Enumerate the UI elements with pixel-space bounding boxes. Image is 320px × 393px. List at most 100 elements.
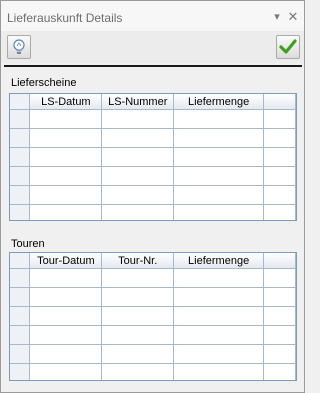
- table-cell[interactable]: [263, 128, 296, 148]
- table-cell[interactable]: [263, 287, 296, 307]
- table-cell[interactable]: [101, 306, 175, 326]
- table-cell[interactable]: [263, 306, 296, 326]
- checkmark-icon: [279, 39, 297, 54]
- lieferauskunft-details-window: Lieferauskunft Details ▾ ✕ Lieferscheine: [0, 0, 305, 393]
- table-cell[interactable]: [29, 325, 103, 345]
- table-cell[interactable]: [173, 109, 265, 129]
- table-cell[interactable]: [101, 325, 175, 345]
- table-cell[interactable]: [173, 147, 265, 167]
- table-cell[interactable]: [29, 109, 103, 129]
- table-cell[interactable]: [101, 147, 175, 167]
- row-header-cell[interactable]: [10, 128, 31, 148]
- touren-label: Touren: [11, 238, 45, 250]
- table-cell[interactable]: [263, 268, 296, 288]
- table-cell[interactable]: [101, 166, 175, 186]
- table-cell[interactable]: [101, 287, 175, 307]
- table-cell[interactable]: [29, 363, 103, 380]
- lieferscheine-label: Lieferscheine: [11, 77, 77, 89]
- row-header-cell[interactable]: [10, 268, 31, 288]
- row-header-cell[interactable]: [10, 109, 31, 129]
- table-cell[interactable]: [29, 147, 103, 167]
- table-row[interactable]: [10, 287, 296, 307]
- table-cell[interactable]: [29, 344, 103, 364]
- column-header-liefermenge[interactable]: Liefermenge: [173, 94, 265, 110]
- touren-table: Tour-Datum Tour-Nr. Liefermenge: [10, 253, 296, 380]
- table-cell[interactable]: [173, 306, 265, 326]
- column-header-ls-nummer[interactable]: LS-Nummer: [101, 94, 175, 110]
- table-cell[interactable]: [173, 363, 265, 380]
- column-header-ls-datum[interactable]: LS-Datum: [29, 94, 103, 110]
- touren-grid[interactable]: Tour-Datum Tour-Nr. Liefermenge: [9, 252, 297, 381]
- table-row[interactable]: [10, 128, 296, 148]
- table-cell[interactable]: [29, 306, 103, 326]
- table-row[interactable]: [10, 306, 296, 326]
- table-row[interactable]: [10, 109, 296, 129]
- lightbulb-icon: [13, 39, 25, 54]
- table-cell[interactable]: [173, 128, 265, 148]
- toolbar: [1, 31, 304, 63]
- table-row[interactable]: [10, 344, 296, 364]
- table-cell[interactable]: [263, 109, 296, 129]
- table-cell[interactable]: [101, 204, 175, 220]
- row-header-cell[interactable]: [10, 363, 31, 380]
- table-cell[interactable]: [29, 185, 103, 205]
- table-cell[interactable]: [263, 363, 296, 380]
- row-header-cell[interactable]: [10, 344, 31, 364]
- table-cell[interactable]: [29, 287, 103, 307]
- column-header-empty: [263, 253, 296, 269]
- row-header-cell[interactable]: [10, 287, 31, 307]
- table-row[interactable]: [10, 166, 296, 186]
- table-cell[interactable]: [29, 166, 103, 186]
- lieferscheine-table: LS-Datum LS-Nummer Liefermenge: [10, 94, 296, 220]
- table-cell[interactable]: [173, 204, 265, 220]
- row-header-cell[interactable]: [10, 204, 31, 220]
- table-cell[interactable]: [173, 287, 265, 307]
- table-cell[interactable]: [29, 204, 103, 220]
- close-icon[interactable]: ✕: [286, 10, 300, 24]
- table-cell[interactable]: [101, 363, 175, 380]
- row-header-corner: [10, 94, 31, 110]
- table-cell[interactable]: [173, 185, 265, 205]
- table-cell[interactable]: [29, 268, 103, 288]
- confirm-button[interactable]: [276, 35, 300, 59]
- table-cell[interactable]: [173, 325, 265, 345]
- table-row[interactable]: [10, 363, 296, 380]
- toolbar-separator: [4, 65, 302, 67]
- table-cell[interactable]: [173, 344, 265, 364]
- row-header-cell[interactable]: [10, 185, 31, 205]
- row-header-cell[interactable]: [10, 147, 31, 167]
- table-cell[interactable]: [173, 268, 265, 288]
- table-row[interactable]: [10, 325, 296, 345]
- row-header-cell[interactable]: [10, 166, 31, 186]
- table-cell[interactable]: [29, 128, 103, 148]
- table-cell[interactable]: [101, 344, 175, 364]
- table-row[interactable]: [10, 268, 296, 288]
- row-header-corner: [10, 253, 31, 269]
- column-header-liefermenge[interactable]: Liefermenge: [173, 253, 265, 269]
- table-cell[interactable]: [263, 185, 296, 205]
- table-cell[interactable]: [101, 268, 175, 288]
- table-cell[interactable]: [263, 204, 296, 220]
- touren-header-row: Tour-Datum Tour-Nr. Liefermenge: [10, 253, 296, 269]
- lieferscheine-header-row: LS-Datum LS-Nummer Liefermenge: [10, 94, 296, 110]
- table-cell[interactable]: [101, 128, 175, 148]
- column-header-empty: [263, 94, 296, 110]
- table-row[interactable]: [10, 185, 296, 205]
- table-cell[interactable]: [101, 185, 175, 205]
- table-cell[interactable]: [101, 109, 175, 129]
- table-cell[interactable]: [263, 147, 296, 167]
- row-header-cell[interactable]: [10, 325, 31, 345]
- window-title: Lieferauskunft Details: [7, 11, 123, 25]
- table-cell[interactable]: [263, 325, 296, 345]
- pin-dropdown-icon[interactable]: ▾: [270, 10, 284, 24]
- table-row[interactable]: [10, 147, 296, 167]
- lieferscheine-grid[interactable]: LS-Datum LS-Nummer Liefermenge: [9, 93, 297, 221]
- column-header-tour-nr[interactable]: Tour-Nr.: [101, 253, 175, 269]
- table-cell[interactable]: [173, 166, 265, 186]
- table-cell[interactable]: [263, 166, 296, 186]
- column-header-tour-datum[interactable]: Tour-Datum: [29, 253, 103, 269]
- hint-button[interactable]: [7, 35, 31, 59]
- table-row[interactable]: [10, 204, 296, 220]
- table-cell[interactable]: [263, 344, 296, 364]
- row-header-cell[interactable]: [10, 306, 31, 326]
